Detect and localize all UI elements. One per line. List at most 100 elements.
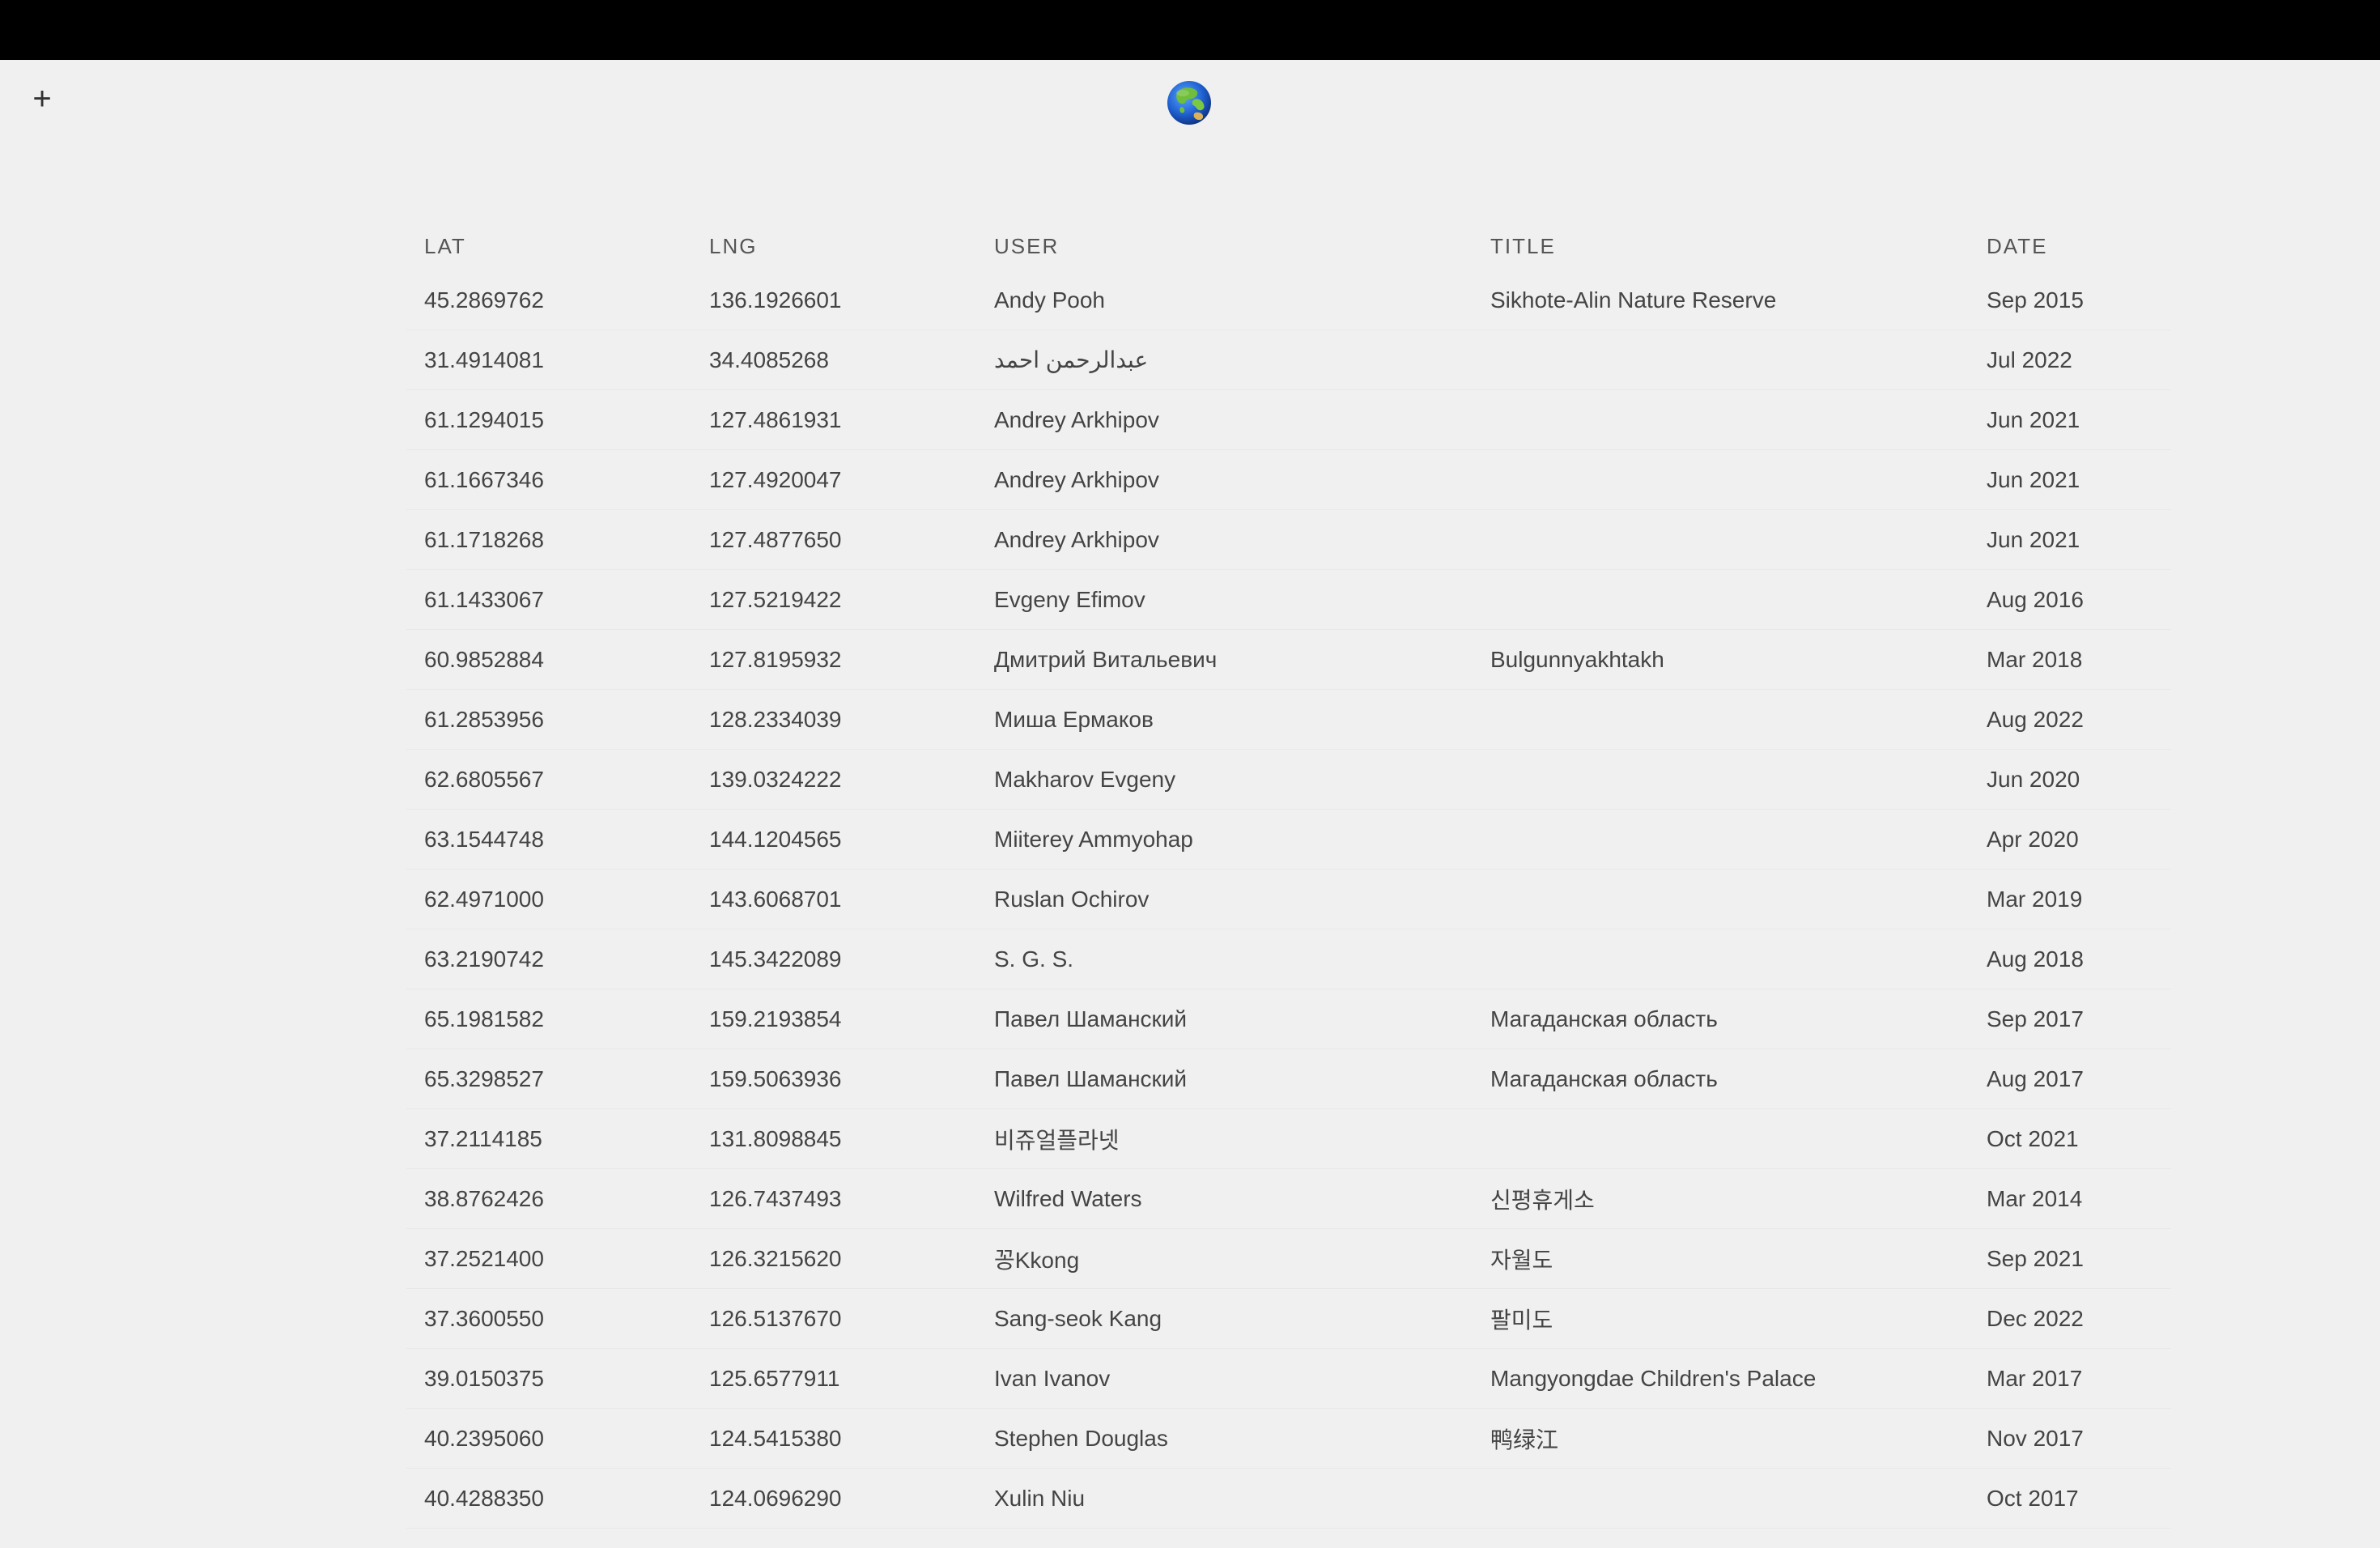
- cell-lng: 127.5219422: [709, 586, 842, 612]
- cell-date: Apr 2020: [1987, 826, 2079, 852]
- table-row[interactable]: 60.6571312131.5144654V. Billbrey Jun 2021: [406, 1528, 2171, 1548]
- cell-lng: 127.4877650: [709, 526, 842, 552]
- cell-title: [1473, 750, 1969, 810]
- table-row[interactable]: 45.2869762 136.1926601 Andy Pooh Sikhote-Al…: [406, 270, 2171, 330]
- cell-date: Aug 2017: [1987, 1065, 2084, 1091]
- cell-title: [1473, 330, 1969, 390]
- cell-lat: 63.1544748: [424, 826, 544, 852]
- cell-user: Павел Шаманский: [994, 1065, 1188, 1091]
- table-row[interactable]: 65.1981582 159.2193854 Павел Шаманский Мага…: [406, 989, 2171, 1049]
- top-black-bar: [0, 0, 2380, 60]
- table-row[interactable]: 39.0150375 125.6577911 Ivan Ivanov Mangyong…: [406, 1348, 2171, 1409]
- cell-date: Jun 2020: [1987, 766, 2080, 792]
- table-row[interactable]: 63.1544748 144.1204565 Miiterey Ammyohap Ap…: [406, 809, 2171, 870]
- cell-lat: 31.4914081: [424, 347, 544, 372]
- cell-title: [1473, 450, 1969, 510]
- cell-date: Jun 2021: [1969, 1529, 2171, 1548]
- cell-lng: 127.4861931: [709, 406, 842, 432]
- cell-date: Dec 2022: [1987, 1305, 2084, 1331]
- cell-title: [1473, 690, 1969, 750]
- table-row[interactable]: 65.3298527 159.5063936 Павел Шаманский Мага…: [406, 1048, 2171, 1109]
- cell-lat: 61.1294015: [424, 406, 544, 432]
- locations-table: LAT LNG USER TITLE DATE 45.2869762 136.19…: [406, 222, 2171, 1548]
- table-row[interactable]: 31.4914081 34.4085268 عبدالرحمن احمد Jul 20…: [406, 330, 2171, 390]
- cell-lat: 40.2395060: [424, 1425, 544, 1451]
- table-row[interactable]: 40.4288350 124.0696290 Xulin Niu Oct 2017: [406, 1468, 2171, 1529]
- cell-lng: 124.0696290: [709, 1485, 842, 1511]
- app-content: + LAT LNG USER TITLE DATE 45.2869762 136…: [0, 60, 2380, 1548]
- table-row[interactable]: 37.2114185 131.8098845 비쥬얼플라넷 Oct 2021: [406, 1108, 2171, 1169]
- cell-date: Sep 2015: [1987, 287, 2084, 313]
- cell-title: [1473, 870, 1969, 929]
- cell-user: Andrey Arkhipov: [994, 466, 1159, 492]
- table-row[interactable]: 63.2190742 145.3422089 S. G. S. Aug 2018: [406, 929, 2171, 989]
- column-header-lat[interactable]: LAT: [406, 222, 691, 270]
- table-row[interactable]: 62.6805567 139.0324222 Makharov Evgeny Jun …: [406, 749, 2171, 810]
- cell-lng: 145.3422089: [709, 946, 842, 972]
- cell-lat: 60.6571312: [406, 1529, 691, 1548]
- table-row[interactable]: 40.2395060 124.5415380 Stephen Douglas 鸭绿江 N…: [406, 1408, 2171, 1469]
- table-row[interactable]: 61.1718268 127.4877650 Andrey Arkhipov Jun …: [406, 509, 2171, 570]
- cell-user: Andrey Arkhipov: [994, 526, 1159, 552]
- cell-lng: 136.1926601: [709, 287, 842, 313]
- cell-date: Aug 2022: [1987, 706, 2084, 732]
- cell-user: Ivan Ivanov: [994, 1365, 1111, 1391]
- cell-lat: 61.1718268: [424, 526, 544, 552]
- cell-lat: 62.4971000: [424, 886, 544, 912]
- cell-lng: 126.5137670: [709, 1305, 842, 1331]
- cell-date: Jul 2022: [1987, 347, 2072, 372]
- cell-date: Nov 2017: [1987, 1425, 2084, 1451]
- cell-lng: 139.0324222: [709, 766, 842, 792]
- cell-lat: 65.1981582: [424, 1006, 544, 1031]
- column-header-user[interactable]: USER: [976, 222, 1473, 270]
- cell-lat: 62.6805567: [424, 766, 544, 792]
- table-row[interactable]: 60.9852884 127.8195932 Дмитрий Витальевич B…: [406, 629, 2171, 690]
- table-row[interactable]: 62.4971000 143.6068701 Ruslan Ochirov Mar 2…: [406, 869, 2171, 929]
- cell-lng: 34.4085268: [709, 347, 829, 372]
- cell-date: Jun 2021: [1987, 466, 2080, 492]
- column-header-date[interactable]: DATE: [1969, 222, 2171, 270]
- add-button[interactable]: +: [23, 79, 62, 118]
- cell-title: [1473, 810, 1969, 870]
- cell-lat: 65.3298527: [424, 1065, 544, 1091]
- cell-user: Миша Ермаков: [994, 706, 1154, 732]
- cell-title: [1473, 510, 1969, 570]
- cell-user: Wilfred Waters: [994, 1185, 1142, 1211]
- column-header-title[interactable]: TITLE: [1473, 222, 1969, 270]
- cell-lng: 159.2193854: [709, 1006, 842, 1031]
- cell-lng: 127.4920047: [709, 466, 842, 492]
- cell-user: 비쥬얼플라넷: [994, 1127, 1120, 1153]
- cell-title: [1473, 390, 1969, 450]
- cell-user: Дмитрий Витальевич: [994, 646, 1218, 672]
- cell-date: Sep 2017: [1987, 1006, 2084, 1031]
- cell-lng: 159.5063936: [709, 1065, 842, 1091]
- table-row[interactable]: 37.3600550 126.5137670 Sang-seok Kang 팔미도 De…: [406, 1288, 2171, 1349]
- table-row[interactable]: 61.1667346 127.4920047 Andrey Arkhipov Jun …: [406, 449, 2171, 510]
- cell-user: Xulin Niu: [994, 1485, 1086, 1511]
- cell-date: Oct 2021: [1987, 1125, 2079, 1151]
- cell-title: Mangyongdae Children's Palace: [1490, 1365, 1817, 1391]
- table-row[interactable]: 61.1433067 127.5219422 Evgeny Efimov Aug 20…: [406, 569, 2171, 630]
- cell-date: Sep 2021: [1987, 1245, 2084, 1271]
- table-row[interactable]: 38.8762426 126.7437493 Wilfred Waters 신평휴게소…: [406, 1168, 2171, 1229]
- table-row[interactable]: 61.1294015 127.4861931 Andrey Arkhipov Jun …: [406, 389, 2171, 450]
- cell-title: 신평휴게소: [1490, 1187, 1595, 1213]
- globe-asia-icon-graphic: [1167, 81, 1211, 125]
- table-row[interactable]: 37.2521400 126.3215620 꽁Kkong 자월도 Sep 2021: [406, 1228, 2171, 1289]
- cell-title: [1473, 1109, 1969, 1169]
- column-header-lng[interactable]: LNG: [691, 222, 976, 270]
- globe-asia-icon[interactable]: [1167, 80, 1212, 125]
- cell-user: Sang-seok Kang: [994, 1305, 1162, 1331]
- cell-lng: 127.8195932: [709, 646, 842, 672]
- table-row[interactable]: 61.2853956 128.2334039 Миша Ермаков Aug 202…: [406, 689, 2171, 750]
- cell-date: Mar 2018: [1987, 646, 2083, 672]
- cell-lat: 61.1433067: [424, 586, 544, 612]
- cell-date: Mar 2014: [1987, 1185, 2083, 1211]
- cell-lat: 40.4288350: [424, 1485, 544, 1511]
- table-header-row: LAT LNG USER TITLE DATE: [406, 222, 2171, 270]
- cell-lat: 37.2521400: [424, 1245, 544, 1271]
- cell-user: Evgeny Efimov: [994, 586, 1145, 612]
- cell-lng: 126.3215620: [709, 1245, 842, 1271]
- cell-lat: 61.2853956: [424, 706, 544, 732]
- cell-title: [1473, 1469, 1969, 1529]
